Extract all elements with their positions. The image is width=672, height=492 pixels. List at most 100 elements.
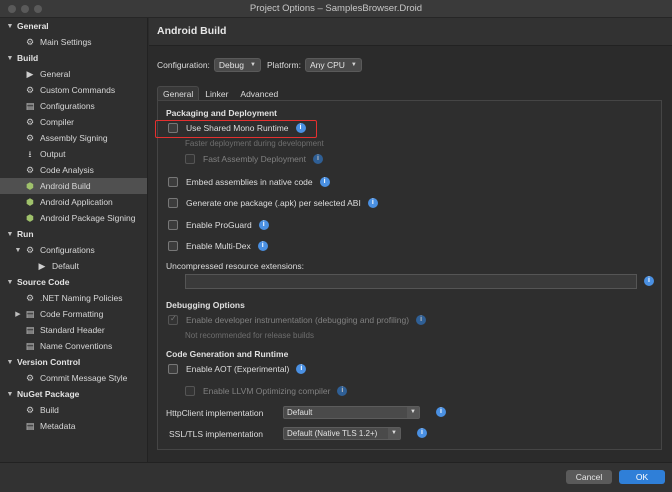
chevron-right-icon[interactable]: ▶ [14,310,22,318]
sidebar-item-output[interactable]: ⭳ Output [0,146,147,162]
aot-checkbox[interactable] [168,364,178,374]
fast-assembly-checkbox[interactable] [185,154,195,164]
tab-linker[interactable]: Linker [199,86,234,101]
sidebar-item-source-code[interactable]: ▼ Source Code [0,274,147,290]
aot-option: Enable AOT (Experimental) i [168,364,307,374]
aot-label[interactable]: Enable AOT (Experimental) [186,364,289,374]
platform-dropdown[interactable]: Any CPU ▼ [304,58,362,72]
ssl-label: SSL/TLS implementation [169,429,264,439]
gear-icon: ⚙ [25,373,35,383]
sidebar-item-net-naming-policies[interactable]: ⚙ .NET Naming Policies [0,290,147,306]
options-sidebar: ▼ General ⚙ Main Settings ▼ Build ▶ General ⚙ Cus… [0,18,148,462]
info-icon[interactable]: i [417,428,427,438]
configuration-dropdown[interactable]: Debug ▼ [213,58,261,72]
sidebar-item-label: NuGet Package [17,389,80,399]
llvm-label[interactable]: Enable LLVM Optimizing compiler [203,386,330,396]
per-abi-option: Generate one package (.apk) per selected… [168,198,378,208]
sidebar-item-build[interactable]: ▼ Build [0,50,147,66]
sidebar-item-name-conventions[interactable]: ▤ Name Conventions [0,338,147,354]
info-icon[interactable]: i [312,154,323,164]
chevron-down-icon[interactable]: ▼ [6,279,14,286]
per-abi-checkbox[interactable] [168,198,178,208]
tab-general[interactable]: General [157,86,200,101]
sidebar-item-custom-commands[interactable]: ⚙ Custom Commands [0,82,147,98]
sidebar-item-nuget-package[interactable]: ▼ NuGet Package [0,386,147,402]
sidebar-item-label: .NET Naming Policies [40,293,123,303]
sidebar-item-label: Android Package Signing [40,213,136,223]
highlight-annotation [155,120,317,138]
fast-assembly-option: Fast Assembly Deployment i [185,154,323,164]
sidebar-item-android-application[interactable]: ⬢ Android Application [0,194,147,210]
document-icon: ▤ [25,421,35,431]
sidebar-item-compiler[interactable]: ⚙ Compiler [0,114,147,130]
info-icon[interactable]: i [257,241,268,251]
sidebar-item-main-settings[interactable]: ⚙ Main Settings [0,34,147,50]
chevron-down-icon[interactable]: ▼ [6,359,14,366]
sidebar-item-assembly-signing[interactable]: ⚙ Assembly Signing [0,130,147,146]
multidex-label[interactable]: Enable Multi-Dex [186,241,251,251]
sidebar-item-metadata[interactable]: ▤ Metadata [0,418,147,434]
configuration-bar: Configuration: Debug ▼ Platform: Any CPU… [157,58,362,72]
sidebar-item-configurations[interactable]: ▼ ⚙ Configurations [0,242,147,258]
embed-assemblies-label[interactable]: Embed assemblies in native code [186,177,313,187]
cancel-button[interactable]: Cancel [566,470,612,484]
uncompressed-label: Uncompressed resource extensions: [166,261,304,271]
sidebar-item-android-package-signing[interactable]: ⬢ Android Package Signing [0,210,147,226]
instrumentation-option: Enable developer instrumentation (debugg… [168,314,427,325]
configuration-label: Configuration: [157,60,210,70]
instrumentation-checkbox[interactable] [168,314,178,325]
info-icon[interactable]: i [337,386,348,396]
sidebar-item-general[interactable]: ▼ General [0,18,147,34]
sidebar-item-general[interactable]: ▶ General [0,66,147,82]
proguard-label[interactable]: Enable ProGuard [186,220,252,230]
sidebar-item-code-analysis[interactable]: ⚙ Code Analysis [0,162,147,178]
embed-assemblies-checkbox[interactable] [168,177,178,187]
sidebar-item-run[interactable]: ▼ Run [0,226,147,242]
debugging-section-title: Debugging Options [166,300,245,310]
info-icon[interactable]: i [296,364,307,374]
sidebar-item-commit-message-style[interactable]: ⚙ Commit Message Style [0,370,147,386]
proguard-checkbox[interactable] [168,220,178,230]
dialog-footer: Cancel OK [0,462,672,492]
sidebar-item-label: General [17,21,49,31]
chevron-down-icon[interactable]: ▼ [14,247,22,254]
output-icon: ⭳ [28,149,32,159]
sidebar-item-version-control[interactable]: ▼ Version Control [0,354,147,370]
info-icon[interactable]: i [319,177,330,187]
info-icon[interactable]: i [644,276,654,286]
codegen-section-title: Code Generation and Runtime [166,349,289,359]
chevron-down-icon[interactable]: ▼ [6,391,14,398]
per-abi-label[interactable]: Generate one package (.apk) per selected… [186,198,361,208]
sidebar-item-configurations[interactable]: ▤ Configurations [0,98,147,114]
httpclient-value: Default [287,408,313,417]
info-icon[interactable]: i [436,407,446,417]
multidex-checkbox[interactable] [168,241,178,251]
ok-button[interactable]: OK [619,470,665,484]
fast-assembly-label[interactable]: Fast Assembly Deployment [203,154,306,164]
shared-runtime-hint: Faster deployment during development [185,139,324,148]
general-tab-panel: Packaging and Deployment Use Shared Mono… [157,100,662,450]
gear-icon: ⚙ [25,165,35,175]
httpclient-select[interactable]: Default ▼ [283,406,420,419]
sidebar-item-code-formatting[interactable]: ▶ ▤ Code Formatting [0,306,147,322]
llvm-checkbox[interactable] [185,386,195,396]
ssl-select[interactable]: Default (Native TLS 1.2+) ▼ [283,427,401,440]
window-title: Project Options – SamplesBrowser.Droid [249,3,423,14]
sidebar-item-build[interactable]: ⚙ Build [0,402,147,418]
chevron-down-icon[interactable]: ▼ [6,231,14,238]
sidebar-item-standard-header[interactable]: ▤ Standard Header [0,322,147,338]
chevron-down-icon[interactable]: ▼ [6,55,14,62]
sidebar-item-default[interactable]: ▶ Default [0,258,147,274]
chevron-down-icon: ▼ [249,62,256,68]
sidebar-item-android-build[interactable]: ⬢ Android Build [0,178,147,194]
uncompressed-input[interactable] [185,274,637,289]
instrumentation-label[interactable]: Enable developer instrumentation (debugg… [186,315,409,325]
sidebar-item-label: Standard Header [40,325,105,335]
info-icon[interactable]: i [416,315,427,325]
info-icon[interactable]: i [258,220,269,230]
window-titlebar: Project Options – SamplesBrowser.Droid [0,0,672,18]
info-icon[interactable]: i [367,198,378,208]
tab-advanced[interactable]: Advanced [234,86,284,101]
chevron-down-icon[interactable]: ▼ [6,23,14,30]
sidebar-item-label: Version Control [17,357,81,367]
